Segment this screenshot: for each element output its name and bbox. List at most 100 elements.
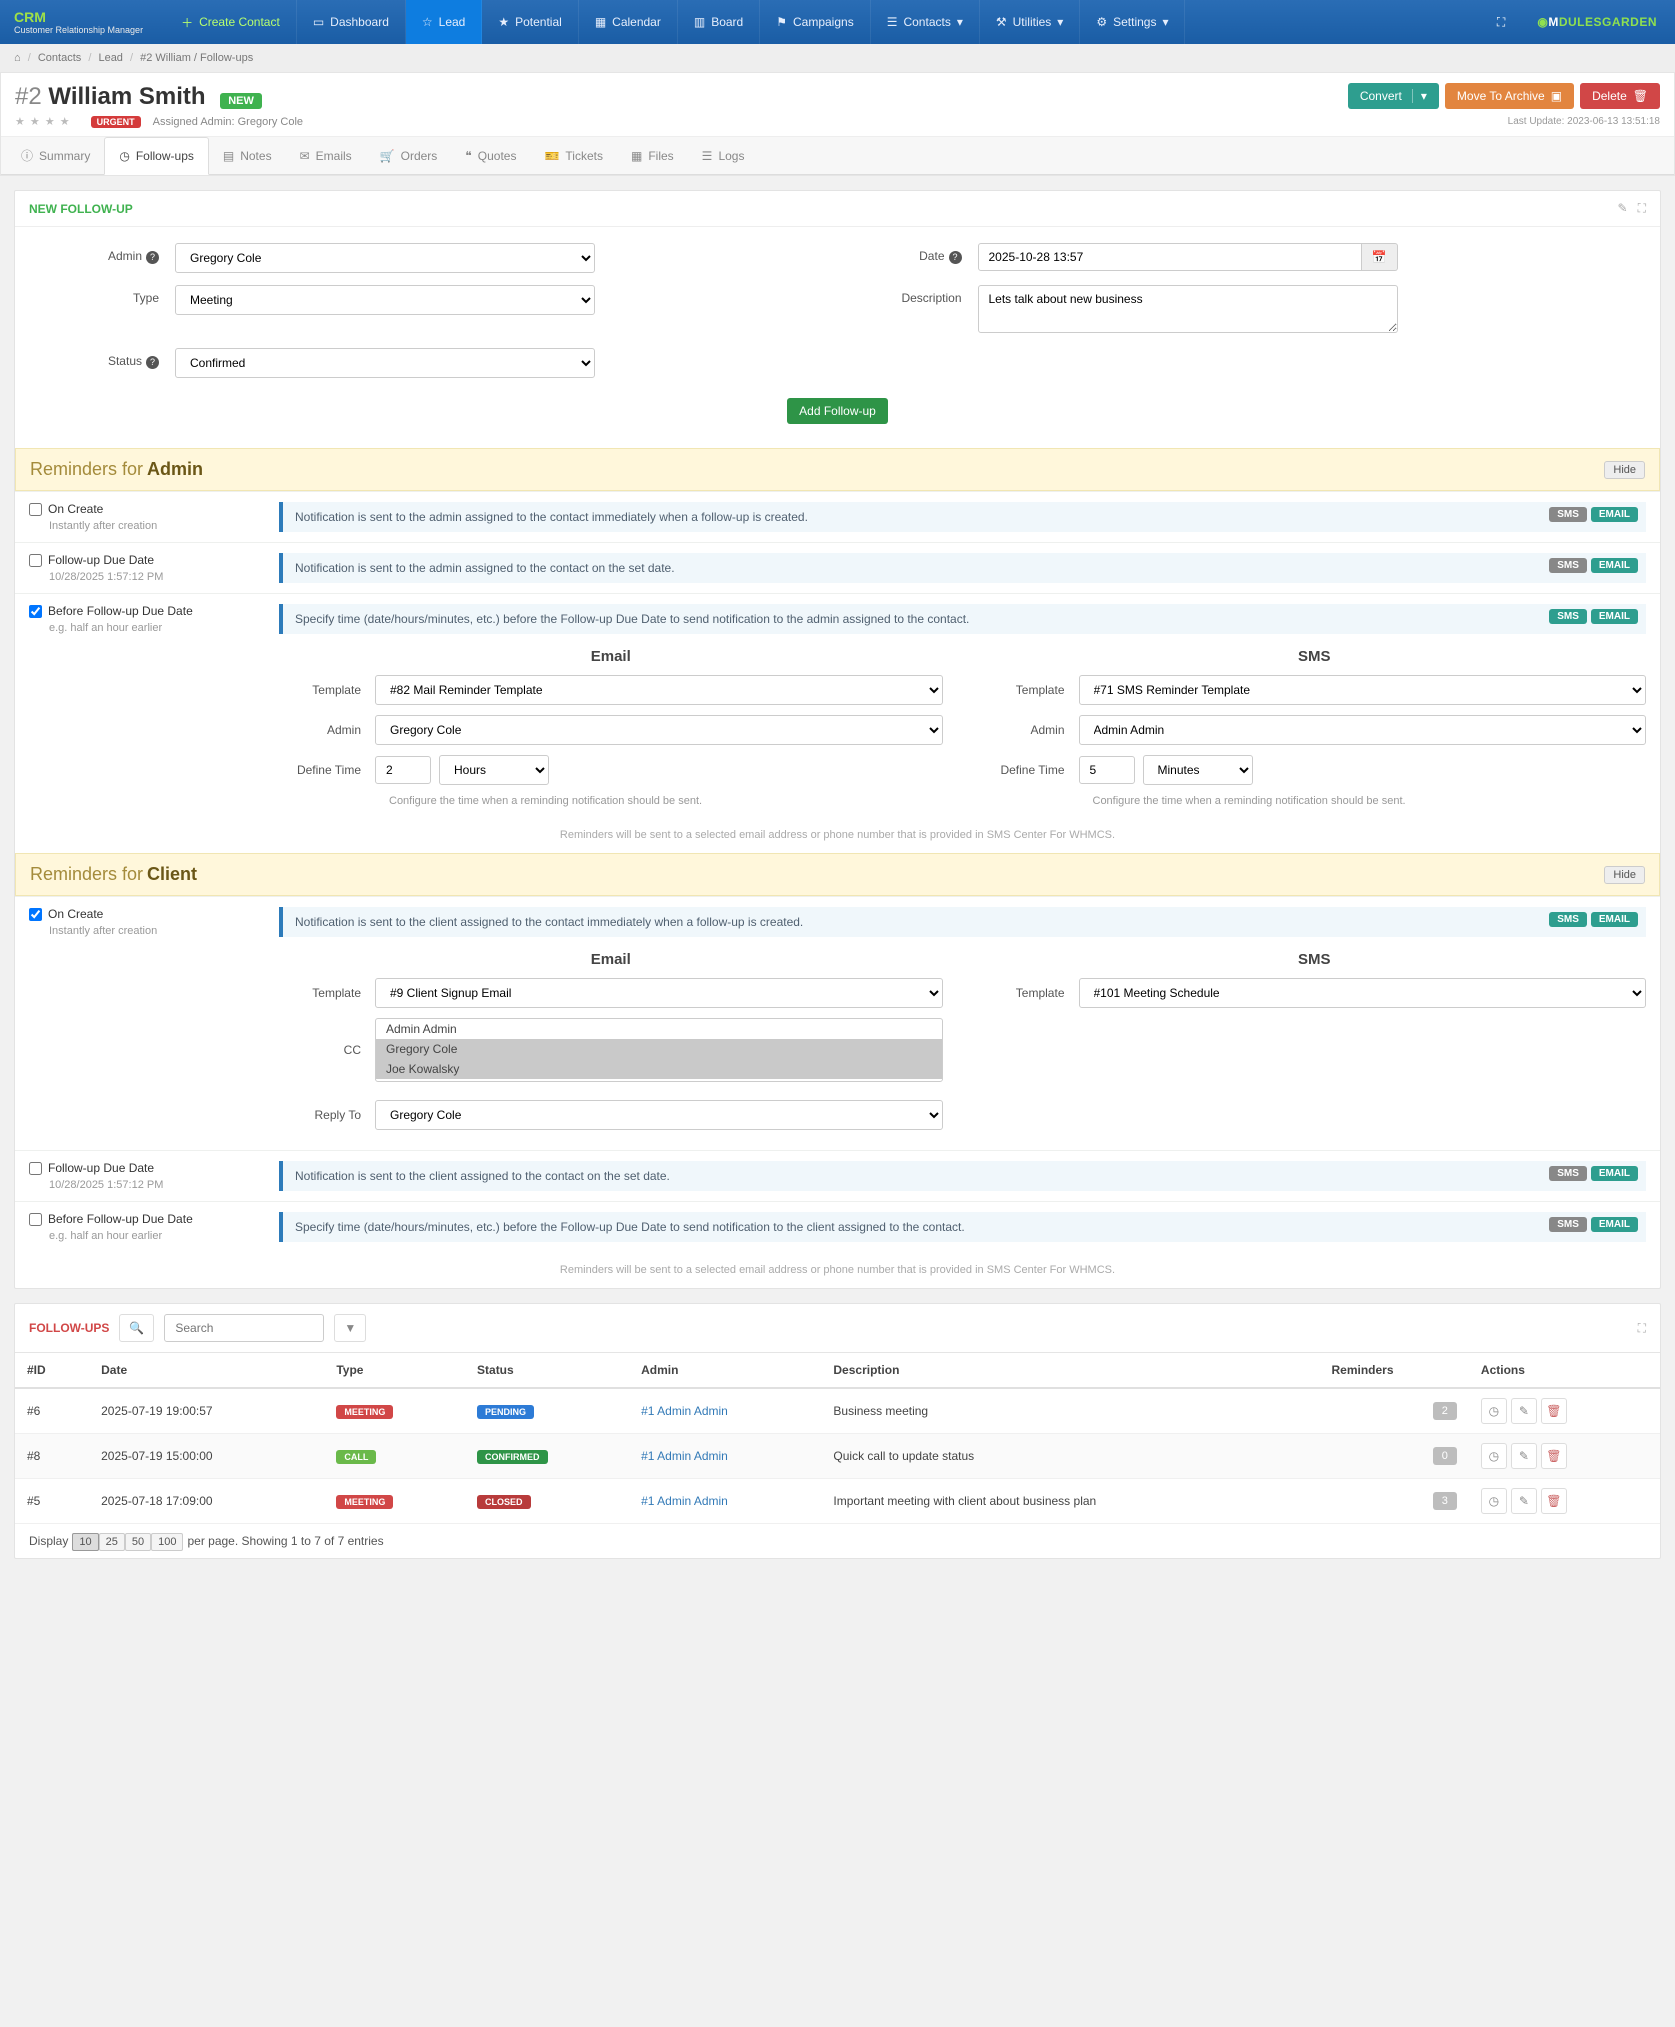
tab-notes[interactable]: ▤Notes (209, 137, 286, 174)
crumb-link[interactable]: Lead (98, 52, 122, 64)
email-toggle[interactable]: EMAIL (1591, 912, 1638, 927)
filter-button[interactable]: ▼ (334, 1314, 366, 1342)
edit-action[interactable]: ✎ (1511, 1398, 1537, 1424)
convert-button[interactable]: Convert▾ (1348, 83, 1439, 109)
complete-action[interactable]: ◷ (1481, 1488, 1507, 1514)
edit-action[interactable]: ✎ (1511, 1443, 1537, 1469)
email-time-value[interactable] (375, 756, 431, 784)
help-icon[interactable]: ? (146, 251, 159, 264)
delete-action[interactable]: 🗑 (1541, 1488, 1567, 1514)
calendar-icon[interactable]: 📅 (1362, 243, 1398, 271)
status-select[interactable]: Confirmed (175, 348, 595, 378)
tab-summary[interactable]: ⓘSummary (7, 137, 104, 174)
col-date[interactable]: Date (89, 1353, 324, 1389)
client-on-create-checkbox[interactable]: On Create (29, 907, 259, 921)
email-toggle[interactable]: EMAIL (1591, 558, 1638, 573)
email-toggle[interactable]: EMAIL (1591, 609, 1638, 624)
hide-button[interactable]: Hide (1604, 866, 1645, 884)
reply-to-select[interactable]: Gregory Cole (375, 1100, 943, 1130)
edit-action[interactable]: ✎ (1511, 1488, 1537, 1514)
tab-orders[interactable]: 🛒Orders (366, 137, 452, 174)
sms-toggle[interactable]: SMS (1549, 912, 1587, 927)
before-due-checkbox[interactable]: Before Follow-up Due Date (29, 604, 259, 618)
nav-settings[interactable]: ⚙Settings ▾ (1080, 0, 1185, 44)
delete-action[interactable]: 🗑 (1541, 1398, 1567, 1424)
client-due-checkbox[interactable]: Follow-up Due Date (29, 1161, 259, 1175)
col-actions[interactable]: Actions (1469, 1353, 1660, 1389)
sms-toggle[interactable]: SMS (1549, 609, 1587, 624)
nav-campaigns[interactable]: ⚑Campaigns (760, 0, 870, 44)
home-icon[interactable]: ⌂ (14, 52, 21, 64)
email-time-unit[interactable]: Hours (439, 755, 549, 785)
client-sms-template-select[interactable]: #101 Meeting Schedule (1079, 978, 1647, 1008)
pagesize-10[interactable]: 10 (72, 1533, 98, 1551)
nav-calendar[interactable]: ▦Calendar (579, 0, 678, 44)
tab-tickets[interactable]: 🎫Tickets (530, 137, 617, 174)
delete-button[interactable]: Delete🗑 (1580, 83, 1660, 109)
col-description[interactable]: Description (821, 1353, 1319, 1389)
chevron-down-icon[interactable]: ▾ (1412, 89, 1427, 103)
archive-button[interactable]: Move To Archive▣ (1445, 83, 1574, 109)
tab-emails[interactable]: ✉Emails (286, 137, 366, 174)
create-contact-button[interactable]: ＋ Create Contact (165, 0, 297, 44)
nav-utilities[interactable]: ⚒Utilities ▾ (980, 0, 1080, 44)
date-input[interactable] (978, 243, 1362, 271)
tab-follow-ups[interactable]: ◷Follow-ups (104, 137, 209, 175)
col-admin[interactable]: Admin (629, 1353, 821, 1389)
client-before-checkbox[interactable]: Before Follow-up Due Date (29, 1212, 259, 1226)
col-reminders[interactable]: Reminders (1320, 1353, 1469, 1389)
nav-board[interactable]: ▥Board (678, 0, 760, 44)
email-template-select[interactable]: #82 Mail Reminder Template (375, 675, 943, 705)
add-followup-button[interactable]: Add Follow-up (787, 398, 888, 424)
col-type[interactable]: Type (324, 1353, 465, 1389)
email-toggle[interactable]: EMAIL (1591, 507, 1638, 522)
nav-contacts[interactable]: ☰Contacts ▾ (871, 0, 980, 44)
sms-toggle[interactable]: SMS (1549, 1166, 1587, 1181)
search-icon-button[interactable]: 🔍 (119, 1314, 154, 1342)
tab-files[interactable]: ▦Files (617, 137, 688, 174)
edit-icon[interactable]: ✎ (1618, 201, 1628, 216)
col-status[interactable]: Status (465, 1353, 629, 1389)
admin-link[interactable]: #1 Admin Admin (641, 1494, 728, 1508)
email-toggle[interactable]: EMAIL (1591, 1217, 1638, 1232)
col-id[interactable]: #ID (15, 1353, 89, 1389)
admin-select[interactable]: Gregory Cole (175, 243, 595, 273)
due-date-checkbox[interactable]: Follow-up Due Date (29, 553, 259, 567)
email-admin-select[interactable]: Gregory Cole (375, 715, 943, 745)
help-icon[interactable]: ? (949, 251, 962, 264)
sms-toggle[interactable]: SMS (1549, 1217, 1587, 1232)
email-toggle[interactable]: EMAIL (1591, 1166, 1638, 1181)
tab-logs[interactable]: ☰Logs (688, 137, 759, 174)
on-create-checkbox[interactable]: On Create (29, 502, 259, 516)
complete-action[interactable]: ◷ (1481, 1398, 1507, 1424)
hide-button[interactable]: Hide (1604, 461, 1645, 479)
help-icon[interactable]: ? (146, 356, 159, 369)
expand-icon[interactable]: ⛶ (1638, 1321, 1646, 1336)
tab-quotes[interactable]: ❝Quotes (451, 137, 530, 174)
star-rating[interactable]: ★ ★ ★ ★ (15, 115, 71, 128)
nav-potential[interactable]: ★Potential (482, 0, 578, 44)
admin-link[interactable]: #1 Admin Admin (641, 1449, 728, 1463)
admin-link[interactable]: #1 Admin Admin (641, 1404, 728, 1418)
nav-dashboard[interactable]: ▭Dashboard (297, 0, 406, 44)
sms-toggle[interactable]: SMS (1549, 507, 1587, 522)
delete-action[interactable]: 🗑 (1541, 1443, 1567, 1469)
expand-icon[interactable]: ⛶ (1638, 201, 1646, 216)
pagesize-100[interactable]: 100 (151, 1533, 183, 1551)
sms-template-select[interactable]: #71 SMS Reminder Template (1079, 675, 1647, 705)
cc-multiselect[interactable]: Admin Admin Gregory Cole Joe Kowalsky (375, 1018, 943, 1082)
description-textarea[interactable]: Lets talk about new business (978, 285, 1398, 333)
type-select[interactable]: Meeting (175, 285, 595, 315)
complete-action[interactable]: ◷ (1481, 1443, 1507, 1469)
pagesize-50[interactable]: 50 (125, 1533, 151, 1551)
fullscreen-icon[interactable]: ⛶ (1483, 15, 1519, 30)
sms-time-value[interactable] (1079, 756, 1135, 784)
search-input[interactable] (164, 1314, 324, 1342)
sms-admin-select[interactable]: Admin Admin (1079, 715, 1647, 745)
nav-lead[interactable]: ☆Lead (406, 0, 482, 44)
pagesize-25[interactable]: 25 (99, 1533, 125, 1551)
sms-toggle[interactable]: SMS (1549, 558, 1587, 573)
sms-time-unit[interactable]: Minutes (1143, 755, 1253, 785)
client-email-template-select[interactable]: #9 Client Signup Email (375, 978, 943, 1008)
crumb-link[interactable]: Contacts (38, 52, 81, 64)
